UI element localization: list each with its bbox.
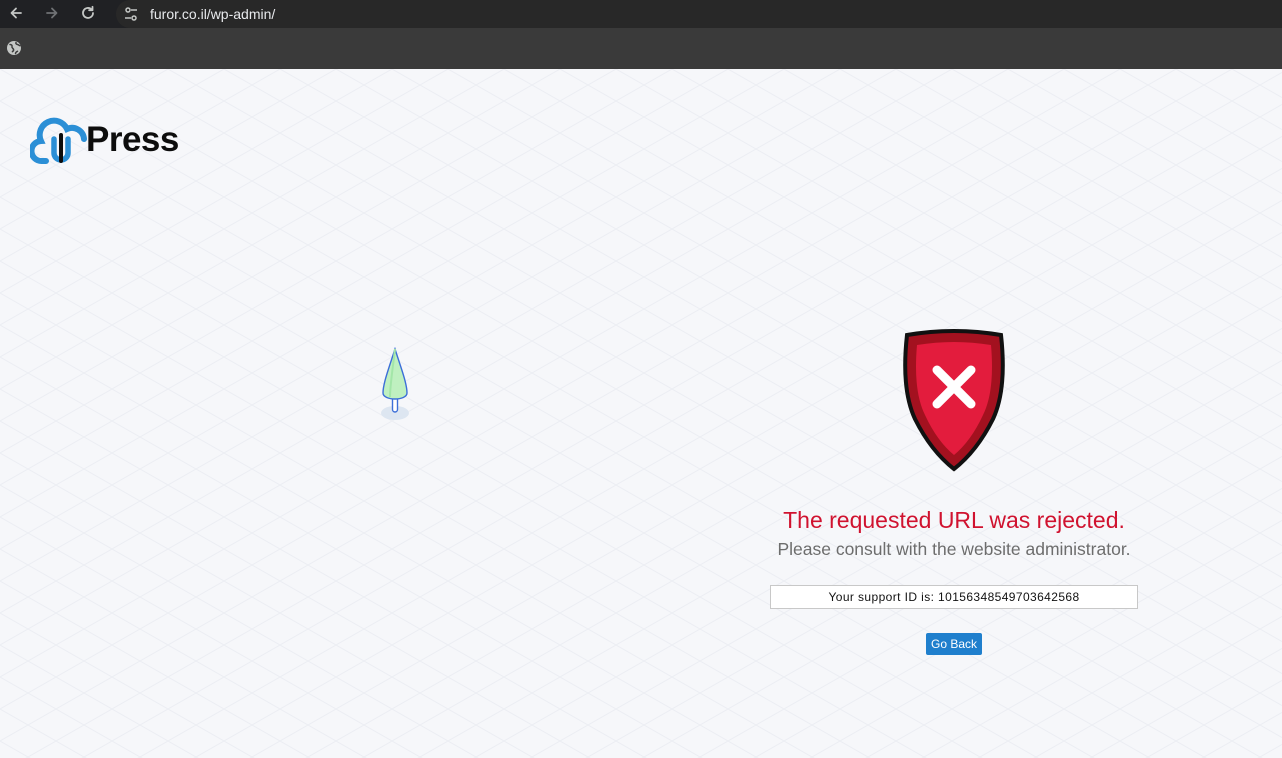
site-settings-icon[interactable]: [122, 5, 140, 23]
rejection-panel: The requested URL was rejected. Please c…: [760, 329, 1148, 655]
bookmarks-bar: [0, 28, 1282, 69]
logo-text: Press: [86, 120, 179, 159]
error-title: The requested URL was rejected.: [783, 507, 1125, 533]
forward-arrow-icon: [46, 7, 58, 19]
address-bar[interactable]: furor.co.il/wp-admin/: [116, 0, 1282, 28]
cloud-logo-icon: [30, 117, 87, 164]
back-button[interactable]: [5, 2, 27, 24]
globe-icon[interactable]: [6, 40, 22, 56]
error-subtitle: Please consult with the website administ…: [777, 539, 1131, 559]
back-arrow-icon: [10, 7, 22, 19]
support-id-box: Your support ID is: 10156348549703642568: [770, 585, 1138, 609]
shield-x-icon: [903, 329, 1005, 472]
url-text[interactable]: furor.co.il/wp-admin/: [150, 5, 275, 23]
reload-icon: [82, 5, 94, 19]
tree-illustration: [381, 347, 409, 420]
forward-button[interactable]: [41, 2, 63, 24]
go-back-button[interactable]: Go Back: [925, 633, 983, 655]
reload-button[interactable]: [77, 2, 99, 24]
browser-toolbar: furor.co.il/wp-admin/: [0, 0, 1282, 28]
error-page: Press The requested URL was rejected. Pl…: [0, 69, 1282, 758]
upress-logo: Press: [30, 113, 184, 167]
